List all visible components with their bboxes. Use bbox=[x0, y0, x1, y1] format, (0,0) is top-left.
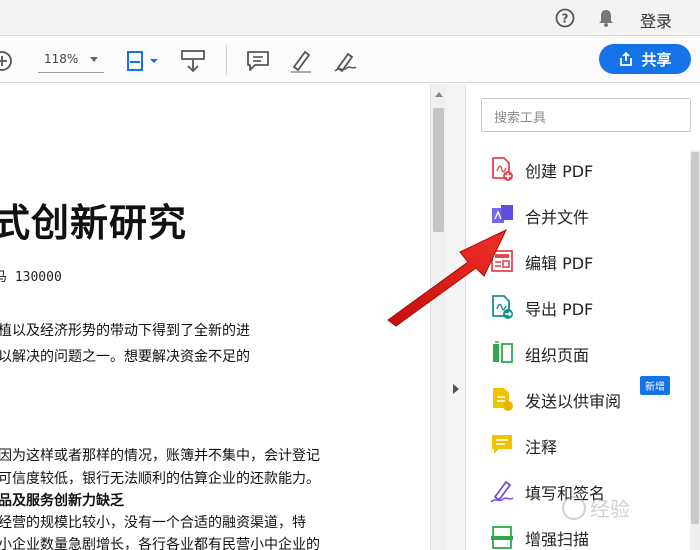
tool-label: 注释 bbox=[525, 438, 558, 457]
tool-organize-pages[interactable]: 组织页面 bbox=[489, 338, 689, 368]
document-title: 式创新研究 bbox=[0, 200, 188, 245]
chevron-right-icon[interactable] bbox=[453, 384, 459, 394]
tool-edit-pdf[interactable]: 编辑 PDF bbox=[489, 246, 689, 276]
comment-icon[interactable] bbox=[245, 48, 271, 74]
fit-page-icon[interactable] bbox=[124, 48, 160, 74]
zoom-value: 118% bbox=[44, 52, 79, 66]
scroll-mode-icon[interactable] bbox=[180, 48, 206, 74]
chevron-down-icon bbox=[90, 57, 98, 62]
svg-text:经验: 经验 bbox=[590, 497, 630, 521]
scrollbar-thumb[interactable] bbox=[691, 152, 699, 524]
toolbar: 118% bbox=[0, 37, 700, 83]
svg-text:?: ? bbox=[562, 12, 569, 26]
tool-label: 创建 PDF bbox=[525, 162, 594, 181]
tool-label: 导出 PDF bbox=[525, 300, 594, 319]
new-badge: 新增 bbox=[640, 376, 670, 395]
share-label: 共享 bbox=[641, 50, 672, 69]
comment-icon bbox=[492, 435, 512, 454]
red-arrow-annotation bbox=[387, 228, 508, 327]
tool-combine-files[interactable]: 合并文件 bbox=[489, 200, 689, 230]
tool-label: 组织页面 bbox=[525, 346, 590, 365]
share-icon bbox=[620, 51, 633, 66]
doc-line: 可信度较低，银行无法顺利的估算企业的还款能力。 bbox=[0, 471, 320, 487]
organize-pages-icon bbox=[493, 341, 513, 363]
help-circle-icon[interactable]: ? bbox=[555, 8, 575, 28]
acrobat-window: ? 登录 118% 共享 式创新研究 ⻢ 130000 植以及经济形势的带动下得… bbox=[0, 0, 700, 550]
scrollbar-thumb[interactable] bbox=[433, 108, 444, 232]
tool-label: 增强扫描 bbox=[525, 530, 590, 549]
toolbar-separator bbox=[226, 45, 227, 75]
doc-line: 植以及经济形势的带动下得到了全新的进 bbox=[0, 323, 250, 339]
tool-label: 合并文件 bbox=[525, 208, 590, 227]
doc-line: 因为这样或者那样的情况，账簿并不集中，会计登记 bbox=[0, 448, 320, 464]
document-page[interactable]: 式创新研究 ⻢ 130000 植以及经济形势的带动下得到了全新的进 以解决的问题… bbox=[0, 84, 430, 550]
highlighter-icon[interactable] bbox=[288, 48, 314, 74]
document-meta: ⻢ 130000 bbox=[0, 270, 62, 285]
tool-label: 发送以供审阅 bbox=[525, 392, 622, 411]
doc-heading: 品及服务创新力缺乏 bbox=[0, 493, 124, 509]
create-pdf-icon bbox=[492, 157, 513, 181]
tool-export-pdf[interactable]: 导出 PDF bbox=[489, 292, 689, 322]
tool-label: 编辑 PDF bbox=[525, 254, 594, 273]
enhance-scan-icon bbox=[491, 526, 513, 549]
tool-create-pdf[interactable]: 创建 PDF bbox=[489, 154, 689, 184]
bell-icon[interactable] bbox=[596, 8, 616, 28]
doc-line: 小企业数量急剧增长，各行各业都有民营小中企业的 bbox=[0, 537, 320, 550]
doc-line: 以解决的问题之一。想要解决资金不足的 bbox=[0, 349, 250, 365]
sign-icon[interactable] bbox=[332, 48, 358, 74]
tool-comment[interactable]: 注释 bbox=[489, 430, 689, 460]
zoom-in-icon[interactable] bbox=[0, 49, 14, 73]
search-placeholder: 搜索工具 bbox=[494, 111, 547, 126]
search-tools-input[interactable]: 搜索工具 bbox=[481, 98, 691, 132]
tools-panel-scrollbar[interactable] bbox=[690, 150, 700, 550]
zoom-select[interactable]: 118% bbox=[38, 47, 104, 73]
scroll-up-icon[interactable] bbox=[435, 92, 443, 97]
fill-sign-icon bbox=[490, 480, 514, 503]
doc-line: 经营的规模比较小，没有一个合适的融资渠道，特 bbox=[0, 515, 306, 531]
share-button[interactable]: 共享 bbox=[599, 44, 691, 74]
watermark-logo: 经验 bbox=[562, 496, 630, 521]
top-bar: ? 登录 bbox=[0, 0, 700, 36]
login-link[interactable]: 登录 bbox=[640, 8, 672, 32]
send-review-icon bbox=[493, 388, 513, 411]
